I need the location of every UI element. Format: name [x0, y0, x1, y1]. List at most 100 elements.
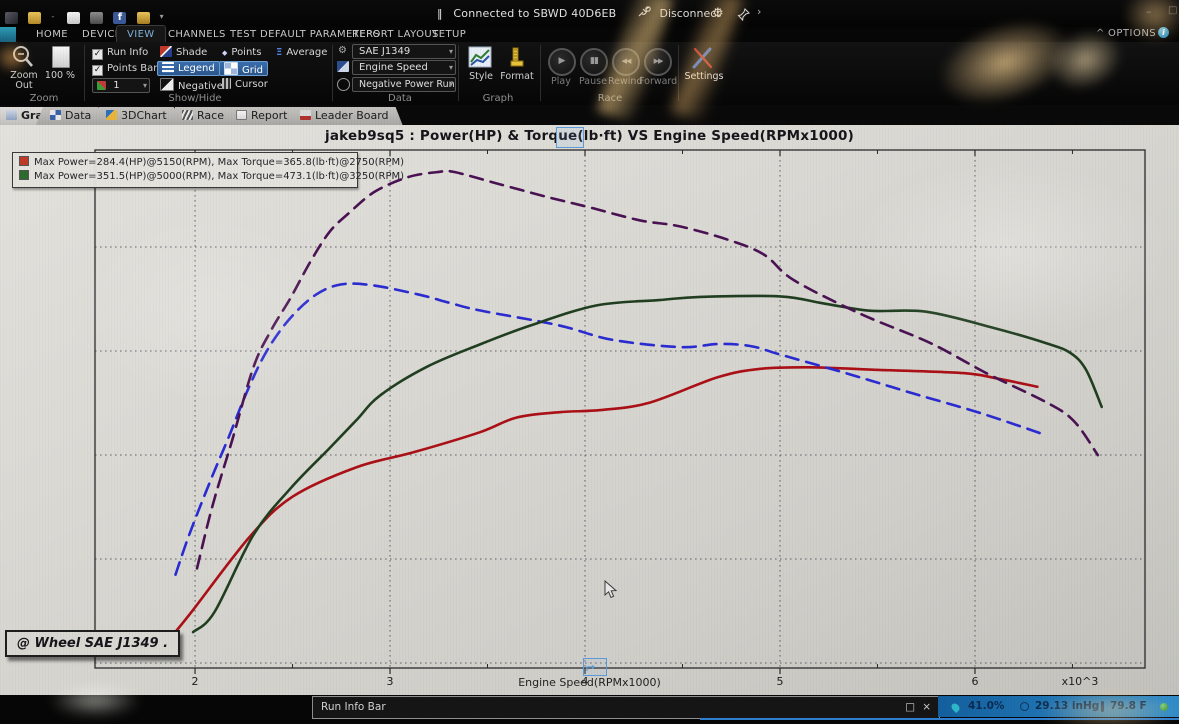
view-tab-strip: Graph Data 3DChart Race Report Leader Bo…	[0, 105, 1179, 125]
run-count-dropdown[interactable]: 1 ▾	[92, 78, 150, 93]
rewind-button[interactable]: ◀◀	[612, 48, 640, 76]
zoom-out-button[interactable]	[10, 45, 36, 72]
leader-board-icon	[300, 110, 311, 120]
dyno-plot[interactable]: 23456x10^3	[0, 125, 1179, 695]
open-folder-icon[interactable]	[28, 12, 41, 24]
snapshot-icon[interactable]	[90, 12, 103, 24]
tab-setup[interactable]: SETUP	[422, 27, 476, 42]
x-channel-dropdown[interactable]: Engine Speed▾	[352, 60, 456, 75]
forward-label: Forward	[639, 76, 677, 87]
race-group-label: Race	[580, 93, 640, 104]
x-axis-title: Engine Speed(RPMx1000)	[0, 676, 1179, 689]
new-document-icon[interactable]	[67, 12, 80, 24]
tab-home[interactable]: HOME	[26, 27, 78, 42]
panel-maximize-button[interactable]: □	[905, 697, 915, 718]
points-icon: ◆	[222, 49, 227, 57]
file-menu-button[interactable]	[0, 27, 16, 42]
settings-brushes-icon	[690, 46, 716, 70]
options-button[interactable]: OPTIONS	[1108, 28, 1156, 39]
maximize-button[interactable]: □	[1168, 5, 1177, 16]
average-toggle[interactable]: ΞAverage	[276, 46, 327, 59]
run1-color-swatch	[19, 156, 29, 166]
chevron-down-icon: ▾	[449, 78, 453, 91]
legend-icon	[162, 62, 174, 73]
series-run-1-torque	[176, 284, 1044, 575]
run-info-bar-panel[interactable]: Run Info Bar □ ×	[312, 696, 940, 719]
style-label: Style	[463, 71, 499, 82]
disconnect-button[interactable]: Disconnect	[637, 6, 721, 20]
pause-button[interactable]: ▮▮	[580, 48, 608, 76]
shade-icon	[160, 46, 172, 57]
ribbon-tab-bar: HOME DEVICES VIEW CHANNELS TEST DEFAULT …	[0, 27, 1179, 42]
negative-toggle[interactable]: Negative	[160, 78, 223, 91]
magnifier-minus-icon	[10, 45, 36, 69]
panel-close-button[interactable]: ×	[922, 697, 931, 718]
legend-row-run1: Max Power=284.4(HP)@5150(RPM), Max Torqu…	[19, 156, 351, 170]
connection-status: ‖ Connected to SBWD 40D6EB	[437, 7, 616, 20]
ribbon-separator	[458, 45, 459, 101]
view-tab-3dchart[interactable]: 3DChart	[92, 107, 181, 125]
humidity-value: 41.0%	[968, 696, 1004, 717]
legend-toggle[interactable]: Legend	[157, 61, 220, 76]
toolbar-caret-icon[interactable]: ▾	[160, 12, 167, 24]
thermometer-icon	[1101, 701, 1104, 712]
ribbon-separator	[540, 45, 541, 101]
correction-dropdown[interactable]: SAE J1349▾	[352, 44, 456, 59]
series-run-2-torque	[197, 171, 1098, 569]
minimize-button[interactable]: –	[1146, 5, 1152, 18]
quick-access-toolbar: - f ▾	[5, 7, 172, 26]
facebook-icon[interactable]: f	[113, 12, 126, 24]
cursor-toggle[interactable]: Cursor	[222, 78, 268, 91]
info-icon[interactable]: i	[1158, 27, 1169, 38]
pressure-gauge-icon	[1020, 702, 1029, 711]
page-100-icon[interactable]	[52, 46, 70, 68]
series-run-2-power	[193, 296, 1102, 632]
temperature-value: 79.8 F	[1110, 696, 1147, 717]
points-bar-checkbox[interactable]: ✓Points Bar	[92, 62, 157, 75]
zoom-out-label: Zoom Out	[2, 71, 46, 91]
shade-toggle[interactable]: Shade	[160, 46, 207, 59]
splitter-grip[interactable]	[583, 658, 607, 676]
run-info-bar-title: Run Info Bar	[321, 701, 386, 713]
mouse-cursor	[604, 580, 618, 600]
points-toggle[interactable]: ◆Points	[222, 46, 261, 59]
zoom-group-label: Zoom	[14, 93, 74, 104]
zoom-percent-label[interactable]: 100 %	[44, 71, 76, 81]
graph-tab-icon	[6, 110, 17, 120]
x-channel-icon	[337, 61, 349, 72]
settings-label: Settings	[683, 71, 725, 82]
correction-icon: ⚙	[338, 45, 349, 56]
data-group-label: Data	[360, 93, 440, 104]
status-ok-icon	[1160, 703, 1168, 711]
negative-icon	[160, 78, 174, 91]
rewind-label: Rewind	[608, 76, 642, 87]
style-button[interactable]	[468, 46, 492, 71]
grid-toggle[interactable]: Grid	[219, 61, 268, 76]
ribbon-separator	[332, 45, 333, 101]
gear-icon[interactable]: ⚙	[712, 6, 724, 21]
chevron-down-icon: ▾	[449, 45, 453, 58]
format-button[interactable]	[505, 46, 527, 71]
average-icon: Ξ	[276, 47, 282, 58]
window-border-line	[700, 718, 1179, 720]
chevron-right-icon[interactable]: ›	[757, 5, 761, 18]
settings-button[interactable]	[690, 46, 716, 73]
play-label: Play	[551, 76, 571, 87]
format-label: Format	[499, 71, 535, 82]
forward-button[interactable]: ▶▶	[644, 48, 672, 76]
pin-icon[interactable]	[737, 6, 750, 25]
view-tab-leader-board[interactable]: Leader Board	[286, 107, 403, 125]
play-button[interactable]: ▶	[548, 48, 576, 76]
chart-region: jakeb9sq5 : Power(HP) & Torque(lb·ft) VS…	[0, 125, 1179, 695]
export-folder-icon[interactable]	[137, 12, 150, 24]
options-collapse-caret-icon[interactable]: ^	[1096, 28, 1104, 39]
chart-legend: Max Power=284.4(HP)@5150(RPM), Max Torqu…	[12, 152, 358, 188]
run-info-checkbox[interactable]: ✓Run Info	[92, 46, 148, 59]
run-filter-dropdown[interactable]: Negative Power Run▾	[352, 77, 456, 92]
run-color-icon	[97, 81, 106, 90]
app-logo-icon[interactable]	[5, 12, 18, 24]
connection-divider: ‖	[437, 7, 443, 20]
show-hide-group-label: Show/Hide	[140, 93, 250, 104]
check-icon: ✓	[92, 65, 103, 76]
run-filter-icon	[337, 78, 350, 91]
